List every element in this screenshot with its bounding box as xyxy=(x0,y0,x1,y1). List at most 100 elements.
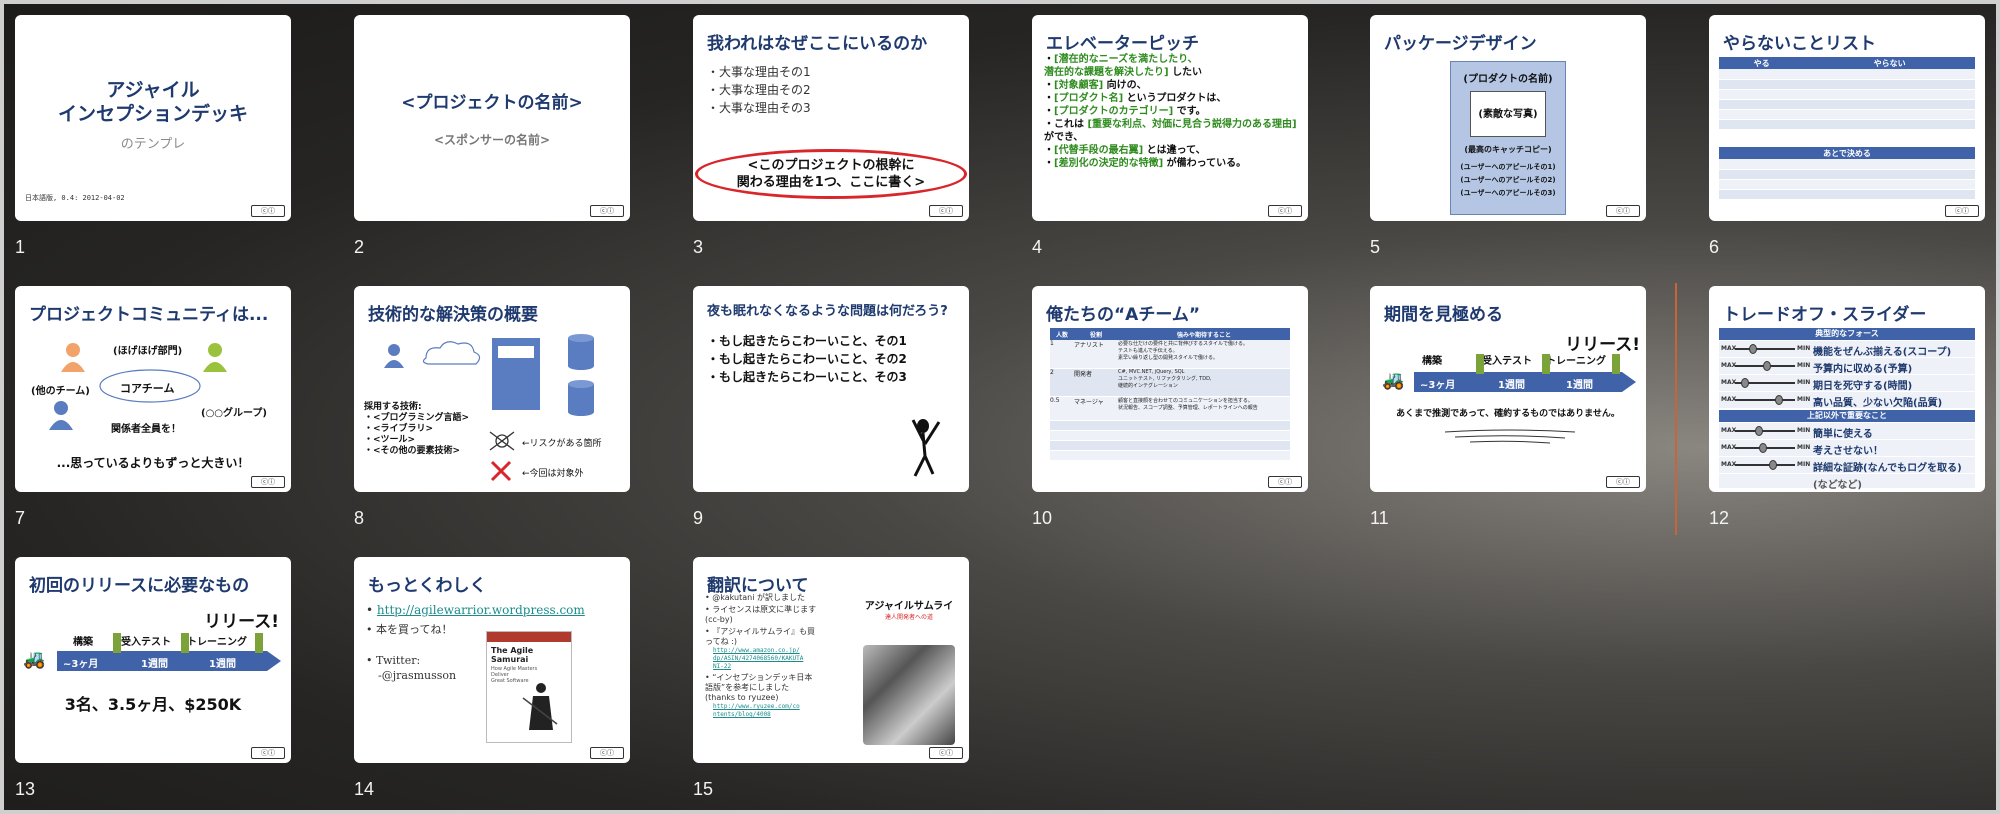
product-name: (プロダクトの名前) xyxy=(1463,74,1553,85)
phase-label: トレーニング xyxy=(187,637,247,648)
appeal-item: (ユーザーへのアピールその1) xyxy=(1460,163,1556,171)
phase-label: 構築 xyxy=(73,637,93,648)
slide-thumbnail-15[interactable]: 翻訳について • @kakutani が訳しました • ライセンスは原文に準じま… xyxy=(693,557,969,763)
pitch-line: ・[プロダクト名] というプロダクトは、 xyxy=(1044,93,1227,104)
list-item: • 『アジャイルサムライ』も買 ってね :) xyxy=(705,627,815,646)
person-icon-green xyxy=(203,343,227,372)
samurai-illustration xyxy=(522,683,558,730)
slide-number: 14 xyxy=(354,779,375,799)
cc-license-icon xyxy=(1606,205,1640,217)
slider-row[interactable]: MAX MIN 詳細な証跡(なんでもログを取る) xyxy=(1719,457,1975,474)
slide-title: 期間を見極める xyxy=(1384,305,1503,325)
list-item: • “インセプションデッキ日本 語版”を参考にしました (thanks to r… xyxy=(705,673,813,702)
slide-thumbnail-7[interactable]: プロジェクトコミュニティは... (ほげほげ部門) (他のチーム) コアチーム … xyxy=(15,286,291,492)
ryuzee-link[interactable]: http://www.ryuzee.com/co ntents/blog/400… xyxy=(713,703,855,719)
skull-crossbones-icon xyxy=(489,431,515,451)
tech-item: ・<ライブラリ> xyxy=(364,424,434,434)
photo-placeholder: (素敵な写真) xyxy=(1470,91,1546,137)
slide-title: もっとくわしく xyxy=(368,576,487,596)
amazon-link[interactable]: http://www.amazon.co.jp/ dp/ASIN/4274068… xyxy=(713,647,855,671)
duration-label: 1週間 xyxy=(209,659,236,670)
slide-thumbnail-5[interactable]: パッケージデザイン (プロダクトの名前) (素敵な写真) (最高のキャッチコピー… xyxy=(1370,15,1646,221)
person-icon-blue xyxy=(49,401,73,430)
slide-title: <プロジェクトの名前> xyxy=(401,93,583,113)
slide-title: やらないことリスト xyxy=(1723,34,1876,54)
slide-title: 俺たちの“Aチーム” xyxy=(1046,305,1200,325)
phase-label: 構築 xyxy=(1422,356,1442,367)
slide-thumbnail-13[interactable]: 初回のリリースに必要なもの リリース! 構築 受入テスト トレーニング ~3ヶ月… xyxy=(15,557,291,763)
bulldozer-icon: 🚜 xyxy=(23,649,46,670)
scared-figure-icon xyxy=(911,419,941,477)
website-link[interactable]: http://agilewarrior.wordpress.com xyxy=(377,603,585,617)
slider-row[interactable]: MAX MIN 簡単に使える xyxy=(1719,423,1975,440)
pitch-line: ・[潜在的なニーズを満たしたり、 潜在的な課題を解決したり] したい xyxy=(1044,54,1203,78)
release-summary: 3名、3.5ヶ月、$250K xyxy=(64,695,242,714)
risk-label: ←リスクがある箇所 xyxy=(522,439,602,449)
slide-thumbnail-1[interactable]: アジャイル インセプションデッキ のテンプレ 日本語版, 0.4: 2012-0… xyxy=(15,15,291,221)
phase-label: 受入テスト xyxy=(1482,356,1532,367)
tech-item: ・<ツール> xyxy=(364,435,416,445)
cc-license-icon xyxy=(929,747,963,759)
cell: 必要な仕だけの要件と共に背伸びするスタイルで働ける。 テストも進んで手伝える。 … xyxy=(1118,340,1290,369)
pitch-line: ・これは [重要な利点、対価に見合う説得力のある理由] ができ、 xyxy=(1044,119,1297,143)
out-of-scope-label: ←今回は対象外 xyxy=(522,469,584,479)
phase-label: 受入テスト xyxy=(121,637,171,648)
slide-number: 3 xyxy=(693,237,704,257)
slide-thumbnail-12[interactable]: トレードオフ・スライダー 典型的なフォース MAX MIN 機能をぜんぶ揃える(スコ… xyxy=(1709,286,1985,492)
database-icon xyxy=(568,334,594,370)
timeline-arrow: ~3ヶ月 1週間 1週間 xyxy=(57,651,281,671)
cc-license-icon xyxy=(1606,476,1640,488)
cell: マネージャ xyxy=(1074,396,1118,421)
scribble-icon xyxy=(1444,429,1576,444)
duration-label: ~3ヶ月 xyxy=(1420,380,1456,391)
milestone-flag xyxy=(255,633,263,653)
col-do: やる xyxy=(1719,57,1805,69)
bulldozer-icon: 🚜 xyxy=(1382,370,1405,391)
duration-label: 1週間 xyxy=(1498,380,1525,391)
slide-subtitle: <スポンサーの名前> xyxy=(433,133,551,147)
milestone-flag xyxy=(181,633,189,653)
user-icon xyxy=(384,344,404,368)
bullet-item: ・大事な理由その3 xyxy=(707,101,811,115)
slider-row[interactable]: MAX MIN 予算内に収める(予算) xyxy=(1719,358,1975,375)
slide-number: 10 xyxy=(1032,508,1053,528)
slider-row[interactable]: MAX MIN 高い品質、少ない欠陥(品質) xyxy=(1719,392,1975,409)
pitch-line: ・[差別化の決定的な特徴] が備わっている。 xyxy=(1044,158,1247,169)
slider-row[interactable]: MAX MIN 機能をぜんぶ揃える(スコープ) xyxy=(1719,341,1975,358)
cell: アナリスト xyxy=(1074,340,1118,369)
person-icon-orange xyxy=(61,343,85,372)
slide-thumbnail-9[interactable]: 夜も眠れなくなるような問題は何だろう? ・もし起きたらこわーいこと、その1 ・も… xyxy=(693,286,969,492)
slide-number: 1 xyxy=(15,237,26,257)
later-table: あとで決める xyxy=(1719,147,1975,200)
cc-license-icon xyxy=(251,476,285,488)
release-label: リリース! xyxy=(204,612,279,632)
slider-row[interactable]: MAX MIN 期日を死守する(時間) xyxy=(1719,375,1975,392)
slide-number: 6 xyxy=(1709,237,1720,257)
list-item: • ライセンスは原文に準じます (cc-by) xyxy=(705,605,817,624)
cc-license-icon xyxy=(251,747,285,759)
label-other-team: (他のチーム) xyxy=(31,386,90,397)
slide-thumbnail-3[interactable]: 我われはなぜここにいるのか ・大事な理由その1 ・大事な理由その2 ・大事な理由… xyxy=(693,15,969,221)
slide-title: アジャイル インセプションデッキ xyxy=(57,79,248,125)
slide-thumbnail-8[interactable]: 技術的な解決策の概要 採用する技術: ・<プログラミング言語> ・<ライブラリ>… xyxy=(354,286,630,492)
milestone-flag xyxy=(1612,354,1620,374)
slide-number: 11 xyxy=(1370,508,1389,528)
bullet-item: ・大事な理由その2 xyxy=(707,83,811,97)
slide-thumbnail-11[interactable]: 期間を見極める リリース! 構築 受入テスト トレーニング ~3ヶ月 1週間 1… xyxy=(1370,286,1646,492)
selection-indicator xyxy=(1675,283,1677,535)
slide-thumbnail-10[interactable]: 俺たちの“Aチーム” 人数 役割 強みや期待すること 1 アナリスト 必要な仕だ… xyxy=(1032,286,1308,492)
slide-thumbnail-4[interactable]: エレベーターピッチ ・[潜在的なニーズを満たしたり、 潜在的な課題を解決したり]… xyxy=(1032,15,1308,221)
col-role: 役割 xyxy=(1074,328,1118,340)
cc-license-icon xyxy=(1945,205,1979,217)
label-group: (○○グループ) xyxy=(201,408,267,419)
slider-row[interactable]: MAX MIN 考えさせない！ xyxy=(1719,440,1975,457)
slide-title: 初回のリリースに必要なもの xyxy=(29,576,250,596)
slide-thumbnail-14[interactable]: もっとくわしく • http://agilewarrior.wordpress.… xyxy=(354,557,630,763)
armor-photo xyxy=(863,645,955,745)
slide-title: 我われはなぜここにいるのか xyxy=(707,34,928,54)
duration-label: 1週間 xyxy=(1566,380,1593,391)
slide-thumbnail-6[interactable]: やらないことリスト やる やらない あとで決める xyxy=(1709,15,1985,221)
duration-label: 1週間 xyxy=(141,659,168,670)
slide-thumbnail-2[interactable]: <プロジェクトの名前> <スポンサーの名前> xyxy=(354,15,630,221)
callout-text: <このプロジェクトの根幹に 関わる理由を1つ、ここに書く> xyxy=(736,158,926,190)
